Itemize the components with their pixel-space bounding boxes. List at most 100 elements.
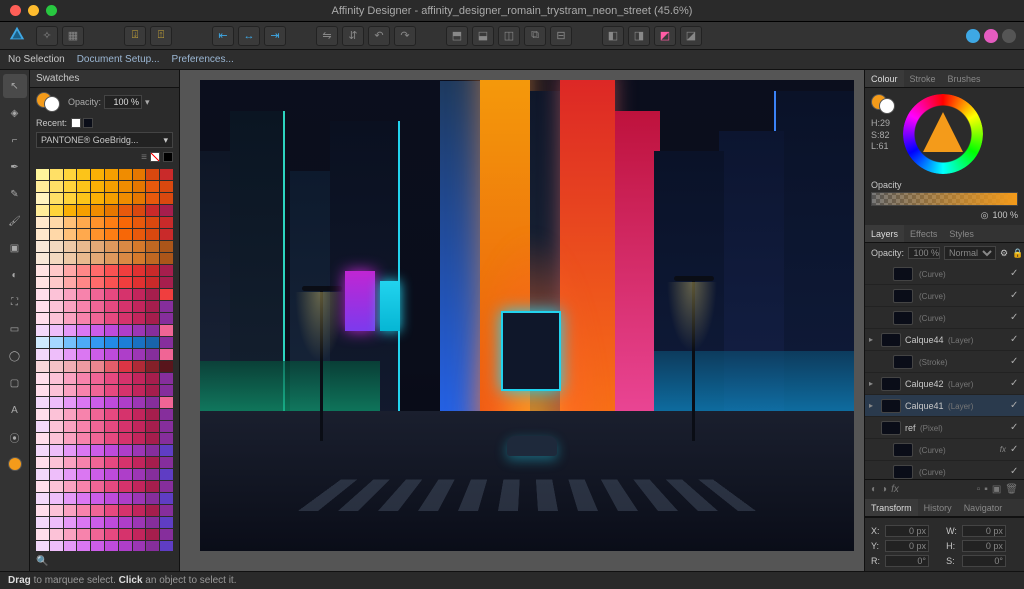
recent-swatch[interactable]	[83, 118, 93, 128]
layer-row[interactable]: ref (Pixel)✓	[865, 417, 1024, 439]
group-layer-icon[interactable]: ▣	[992, 484, 1001, 495]
persona-pixel[interactable]	[984, 29, 998, 43]
swatch-cell[interactable]	[133, 397, 146, 408]
move-tool[interactable]: ↖	[3, 74, 27, 98]
swatch-cell[interactable]	[50, 493, 63, 504]
swatch-cell[interactable]	[119, 397, 132, 408]
pen-tool[interactable]: ✒	[3, 155, 27, 179]
swatch-cell[interactable]	[91, 421, 104, 432]
add-pixel-layer-icon[interactable]: ▪	[984, 484, 988, 495]
swatch-cell[interactable]	[50, 253, 63, 264]
swatch-cell[interactable]	[133, 313, 146, 324]
transform-s-input[interactable]	[962, 555, 1006, 567]
swatch-cell[interactable]	[133, 457, 146, 468]
swatch-cell[interactable]	[91, 193, 104, 204]
swatch-cell[interactable]	[160, 541, 173, 551]
registration-swatch[interactable]	[163, 152, 173, 162]
swatch-cell[interactable]	[119, 349, 132, 360]
swatch-cell[interactable]	[146, 277, 159, 288]
swatch-cell[interactable]	[160, 481, 173, 492]
insert-top[interactable]: ◪	[680, 26, 702, 46]
swatch-cell[interactable]	[77, 229, 90, 240]
swatch-cell[interactable]	[133, 241, 146, 252]
layer-visibility-toggle[interactable]: ✓	[1010, 378, 1020, 389]
layer-visibility-toggle[interactable]: ✓	[1010, 290, 1020, 301]
swatch-cell[interactable]	[146, 349, 159, 360]
layer-visibility-toggle[interactable]: ✓	[1010, 356, 1020, 367]
swatch-cell[interactable]	[160, 505, 173, 516]
swatch-cell[interactable]	[119, 505, 132, 516]
swatch-cell[interactable]	[91, 313, 104, 324]
swatch-cell[interactable]	[146, 529, 159, 540]
layer-disclose-icon[interactable]: ▸	[869, 379, 877, 388]
swatch-cell[interactable]	[146, 409, 159, 420]
swatch-cell[interactable]	[91, 253, 104, 264]
swatch-cell[interactable]	[119, 373, 132, 384]
swatch-cell[interactable]	[77, 457, 90, 468]
transform-r-input[interactable]	[885, 555, 929, 567]
swatch-cell[interactable]	[50, 397, 63, 408]
swatch-cell[interactable]	[50, 409, 63, 420]
swatch-cell[interactable]	[160, 469, 173, 480]
layers-opacity-input[interactable]	[908, 247, 940, 259]
swatch-cell[interactable]	[160, 169, 173, 180]
swatch-cell[interactable]	[77, 193, 90, 204]
swatch-cell[interactable]	[105, 373, 118, 384]
swatch-cell[interactable]	[77, 445, 90, 456]
adjustment-layer-icon[interactable]: ◑	[881, 484, 887, 495]
rotate-cw[interactable]: ↷	[394, 26, 416, 46]
layer-disclose-icon[interactable]: ▸	[869, 401, 877, 410]
transparency-tool[interactable]: ◐	[3, 263, 27, 287]
snap-toggle[interactable]: ✧	[36, 26, 58, 46]
swatch-cell[interactable]	[36, 517, 49, 528]
swatch-cell[interactable]	[36, 337, 49, 348]
swatch-cell[interactable]	[36, 481, 49, 492]
swatch-cell[interactable]	[64, 313, 77, 324]
swatch-cell[interactable]	[160, 397, 173, 408]
swatch-cell[interactable]	[50, 301, 63, 312]
swatch-cell[interactable]	[146, 541, 159, 551]
swatch-cell[interactable]	[50, 325, 63, 336]
swatch-cell[interactable]	[91, 349, 104, 360]
layer-visibility-toggle[interactable]: ✓	[1010, 268, 1020, 279]
node-tool[interactable]: ◈	[3, 101, 27, 125]
swatch-cell[interactable]	[133, 481, 146, 492]
swatch-cell[interactable]	[50, 373, 63, 384]
swatch-cell[interactable]	[91, 385, 104, 396]
swatch-cell[interactable]	[105, 361, 118, 372]
swatch-cell[interactable]	[91, 493, 104, 504]
layer-row[interactable]: (Curve)✓	[865, 307, 1024, 329]
swatch-cell[interactable]	[50, 457, 63, 468]
swatch-cell[interactable]	[146, 205, 159, 216]
swatch-cell[interactable]	[146, 265, 159, 276]
boolean-xor[interactable]: ⧉	[524, 26, 546, 46]
swatch-cell[interactable]	[119, 493, 132, 504]
swatch-cell[interactable]	[77, 241, 90, 252]
preferences-link[interactable]: Preferences...	[172, 54, 234, 65]
swatch-cell[interactable]	[146, 457, 159, 468]
swatch-cell[interactable]	[91, 337, 104, 348]
flip-v[interactable]: ⇵	[342, 26, 364, 46]
swatch-cell[interactable]	[133, 349, 146, 360]
swatch-cell[interactable]	[105, 205, 118, 216]
swatch-cell[interactable]	[119, 337, 132, 348]
blend-mode-select[interactable]: Normal	[944, 246, 996, 260]
shape-rounded-tool[interactable]: ▢	[3, 371, 27, 395]
swatch-cell[interactable]	[160, 181, 173, 192]
swatch-cell[interactable]	[36, 181, 49, 192]
swatch-cell[interactable]	[36, 349, 49, 360]
swatches-tab[interactable]: Swatches	[30, 70, 179, 88]
crop-tool[interactable]: ⛶	[3, 290, 27, 314]
mask-layer-icon[interactable]: ◐	[871, 484, 877, 495]
layers-tab-styles[interactable]: Styles	[943, 225, 980, 242]
palette-menu-icon[interactable]: ≡	[141, 152, 147, 163]
swatch-cell[interactable]	[160, 313, 173, 324]
swatch-cell[interactable]	[160, 349, 173, 360]
swatch-cell[interactable]	[146, 517, 159, 528]
force-pixel-align[interactable]: ▦	[62, 26, 84, 46]
swatch-cell[interactable]	[77, 349, 90, 360]
swatch-cell[interactable]	[105, 217, 118, 228]
palette-selector[interactable]: PANTONE® GoeBridg... ▾	[36, 132, 173, 148]
swatch-cell[interactable]	[36, 457, 49, 468]
swatch-cell[interactable]	[146, 217, 159, 228]
